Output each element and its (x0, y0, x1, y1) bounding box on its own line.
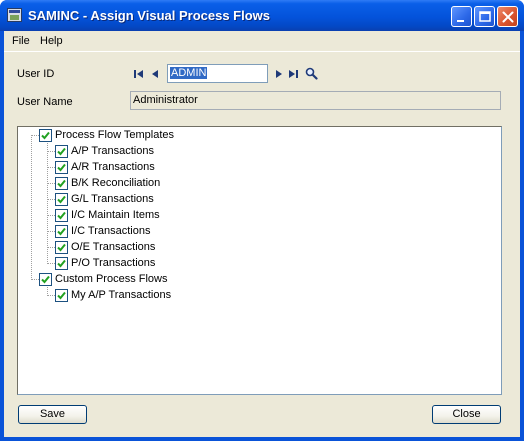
checkbox[interactable] (55, 225, 68, 238)
previous-record-icon[interactable] (150, 68, 162, 80)
tree-branch-line (47, 151, 55, 152)
tree-branch-line (47, 183, 55, 184)
tree-item-label: G/L Transactions (71, 193, 154, 205)
close-window-button[interactable] (497, 6, 518, 27)
magnifier-icon[interactable] (305, 67, 318, 80)
checkbox[interactable] (55, 145, 68, 158)
checkbox[interactable] (55, 177, 68, 190)
checkmark-icon (57, 147, 66, 156)
checkbox[interactable] (55, 257, 68, 270)
checkbox[interactable] (55, 241, 68, 254)
user-id-input[interactable]: ADMIN (167, 64, 268, 83)
checkbox[interactable] (55, 161, 68, 174)
tree-group-label: Process Flow Templates (55, 129, 175, 141)
checkbox[interactable] (55, 193, 68, 206)
checkmark-icon (41, 275, 50, 284)
tree-item-label: P/O Transactions (71, 257, 156, 269)
app-window: SAMINC - Assign Visual Process Flows Fil… (0, 0, 524, 441)
tree-item-label: O/E Transactions (71, 241, 156, 253)
checkmark-icon (57, 195, 66, 204)
maximize-icon (479, 11, 491, 22)
user-id-label: User ID (17, 68, 55, 80)
minimize-icon (457, 20, 464, 22)
user-id-value: ADMIN (170, 67, 208, 79)
checkmark-icon (57, 243, 66, 252)
checkmark-icon (41, 131, 50, 140)
save-button[interactable]: Save (18, 405, 87, 424)
tree-item-label: My A/P Transactions (71, 289, 172, 301)
tree-branch-line (47, 199, 55, 200)
maximize-button[interactable] (474, 6, 495, 27)
menu-help[interactable]: Help (40, 35, 63, 47)
tree-branch-line (31, 135, 39, 136)
first-record-icon[interactable] (133, 68, 145, 80)
tree-item-label: I/C Transactions (71, 225, 151, 237)
process-flow-tree[interactable]: Process Flow Templates A/P Transactions … (17, 126, 502, 395)
tree-item-label: A/P Transactions (71, 145, 154, 157)
checkmark-icon (57, 291, 66, 300)
tree-group-line (47, 143, 48, 264)
tree-branch-line (47, 231, 55, 232)
checkmark-icon (57, 163, 66, 172)
checkmark-icon (57, 259, 66, 268)
minimize-button[interactable] (451, 6, 472, 27)
close-icon (502, 11, 514, 23)
window-client-area: File Help User ID ADMIN User Name Admini… (4, 31, 520, 437)
next-record-icon[interactable] (273, 68, 285, 80)
checkbox[interactable] (55, 209, 68, 222)
tree-branch-line (47, 247, 55, 248)
tree-branch-line (47, 263, 55, 264)
checkbox[interactable] (39, 273, 52, 286)
title-bar[interactable]: SAMINC - Assign Visual Process Flows (0, 0, 524, 31)
window-title: SAMINC - Assign Visual Process Flows (28, 8, 271, 23)
last-record-icon[interactable] (287, 68, 299, 80)
tree-branch-line (47, 167, 55, 168)
user-name-field: Administrator (130, 91, 501, 110)
close-button[interactable]: Close (432, 405, 501, 424)
tree-branch-line (47, 215, 55, 216)
tree-item-label: I/C Maintain Items (71, 209, 160, 221)
app-icon[interactable] (7, 8, 22, 22)
tree-branch-line (31, 279, 39, 280)
checkmark-icon (57, 227, 66, 236)
menu-bar: File Help (4, 31, 520, 51)
checkmark-icon (57, 211, 66, 220)
tree-branch-line (47, 295, 55, 296)
tree-root-line (31, 135, 32, 280)
menu-file[interactable]: File (12, 35, 30, 47)
menu-divider (4, 51, 520, 52)
checkbox[interactable] (39, 129, 52, 142)
checkbox[interactable] (55, 289, 68, 302)
user-name-label: User Name (17, 96, 73, 108)
tree-item-label: B/K Reconciliation (71, 177, 161, 189)
tree-group-label: Custom Process Flows (55, 273, 168, 285)
tree-item-label: A/R Transactions (71, 161, 155, 173)
checkmark-icon (57, 179, 66, 188)
